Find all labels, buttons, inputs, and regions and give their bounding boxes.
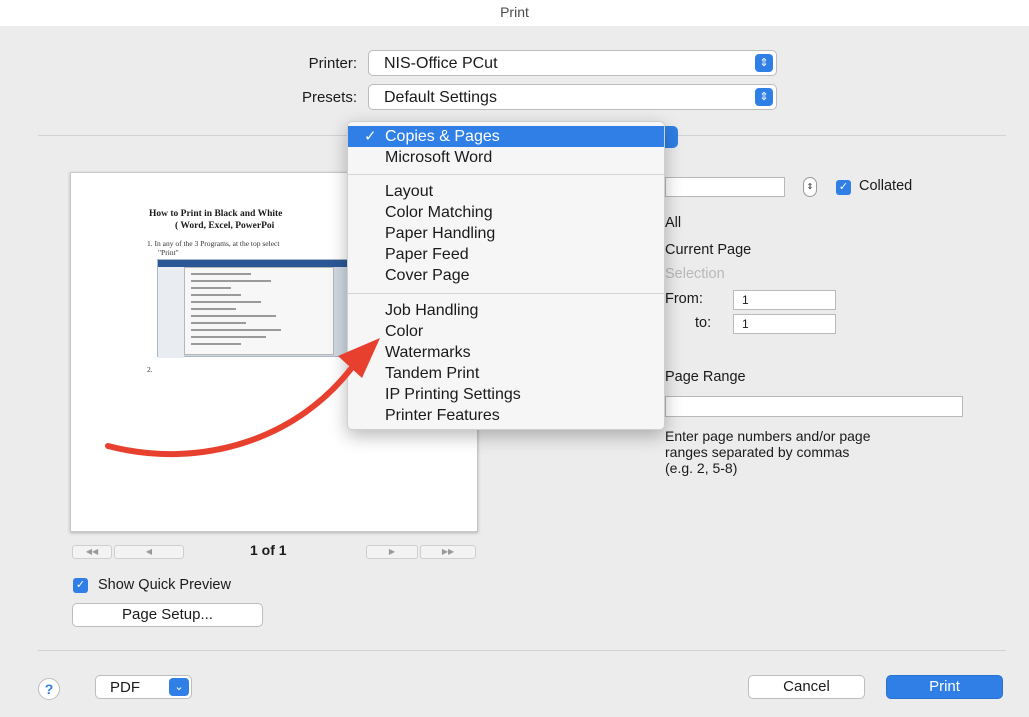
divider	[38, 650, 1006, 651]
page-range-input[interactable]	[665, 396, 963, 417]
presets-value: Default Settings	[384, 89, 497, 106]
page-range-option[interactable]: Page Range	[665, 369, 746, 385]
page-setup-button[interactable]: Page Setup...	[72, 603, 263, 627]
from-input[interactable]: 1	[733, 290, 836, 310]
menu-item-color-matching[interactable]: Color Matching	[348, 202, 664, 223]
first-page-button[interactable]: ◀◀	[72, 545, 112, 559]
menu-item-paper-feed[interactable]: Paper Feed	[348, 244, 664, 265]
page-count: 1 of 1	[250, 542, 287, 558]
printer-label: Printer:	[308, 55, 357, 72]
collated-label: Collated	[859, 178, 913, 194]
doc-title: How to Print in Black and White	[149, 209, 283, 219]
help-button[interactable]: ?	[38, 678, 60, 700]
menu-item-cover-page[interactable]: Cover Page	[348, 265, 664, 286]
from-label: From:	[665, 291, 703, 307]
to-input[interactable]: 1	[733, 314, 836, 334]
to-label: to:	[695, 315, 712, 331]
menu-item-layout[interactable]: Layout	[348, 181, 664, 202]
collated-checkbox[interactable]: ✓	[836, 180, 851, 195]
menu-item-job-handling[interactable]: Job Handling	[348, 300, 664, 321]
menu-item-color[interactable]: Color	[348, 321, 664, 342]
menu-separator	[348, 293, 664, 294]
title-bar: Print	[0, 0, 1029, 26]
printer-value: NIS-Office PCut	[384, 55, 498, 72]
chevron-updown-icon: ⇕	[755, 54, 773, 72]
menu-item-watermarks[interactable]: Watermarks	[348, 342, 664, 363]
section-menu: ✓ Copies & Pages Microsoft Word Layout C…	[347, 121, 665, 430]
prev-page-button[interactable]: ◀	[114, 545, 184, 559]
doc-line: 2.	[147, 365, 153, 374]
presets-label: Presets:	[301, 89, 357, 106]
chevron-down-icon: ⌄	[169, 678, 189, 696]
chevron-updown-icon: ⇕	[755, 88, 773, 106]
cancel-button[interactable]: Cancel	[748, 675, 865, 699]
screenshot-thumbnail	[157, 259, 353, 358]
doc-subtitle: ( Word, Excel, PowerPoi	[175, 221, 275, 231]
last-page-button[interactable]: ▶▶	[420, 545, 476, 559]
window-title: Print	[500, 4, 529, 20]
pages-selection-option: Selection	[665, 266, 725, 282]
menu-item-ip-printing-settings[interactable]: IP Printing Settings	[348, 384, 664, 405]
checkmark-icon: ✓	[364, 128, 377, 145]
printer-select[interactable]: NIS-Office PCut ⇕	[368, 50, 777, 76]
menu-item-tandem-print[interactable]: Tandem Print	[348, 363, 664, 384]
presets-select[interactable]: Default Settings ⇕	[368, 84, 777, 110]
page-range-hint: Enter page numbers and/or page ranges se…	[665, 428, 871, 476]
pages-all-option[interactable]: All	[665, 215, 681, 231]
copies-stepper[interactable]: ⇕	[803, 177, 817, 197]
show-quick-preview-checkbox[interactable]: ✓	[73, 578, 88, 593]
next-page-button[interactable]: ▶	[366, 545, 418, 559]
pages-current-page-option[interactable]: Current Page	[665, 242, 751, 258]
menu-item-microsoft-word[interactable]: Microsoft Word	[348, 147, 664, 168]
pdf-menu-button[interactable]: PDF ⌄	[95, 675, 192, 699]
menu-item-copies-pages[interactable]: ✓ Copies & Pages	[348, 126, 664, 147]
doc-line: "Print"	[158, 248, 179, 257]
show-quick-preview-label: Show Quick Preview	[98, 577, 231, 593]
pdf-label: PDF	[110, 679, 140, 696]
menu-separator	[348, 174, 664, 175]
print-button[interactable]: Print	[886, 675, 1003, 699]
menu-item-printer-features[interactable]: Printer Features	[348, 405, 664, 426]
menu-item-paper-handling[interactable]: Paper Handling	[348, 223, 664, 244]
copies-field[interactable]	[665, 177, 785, 197]
doc-line: 1. In any of the 3 Programs, at the top …	[147, 239, 280, 248]
